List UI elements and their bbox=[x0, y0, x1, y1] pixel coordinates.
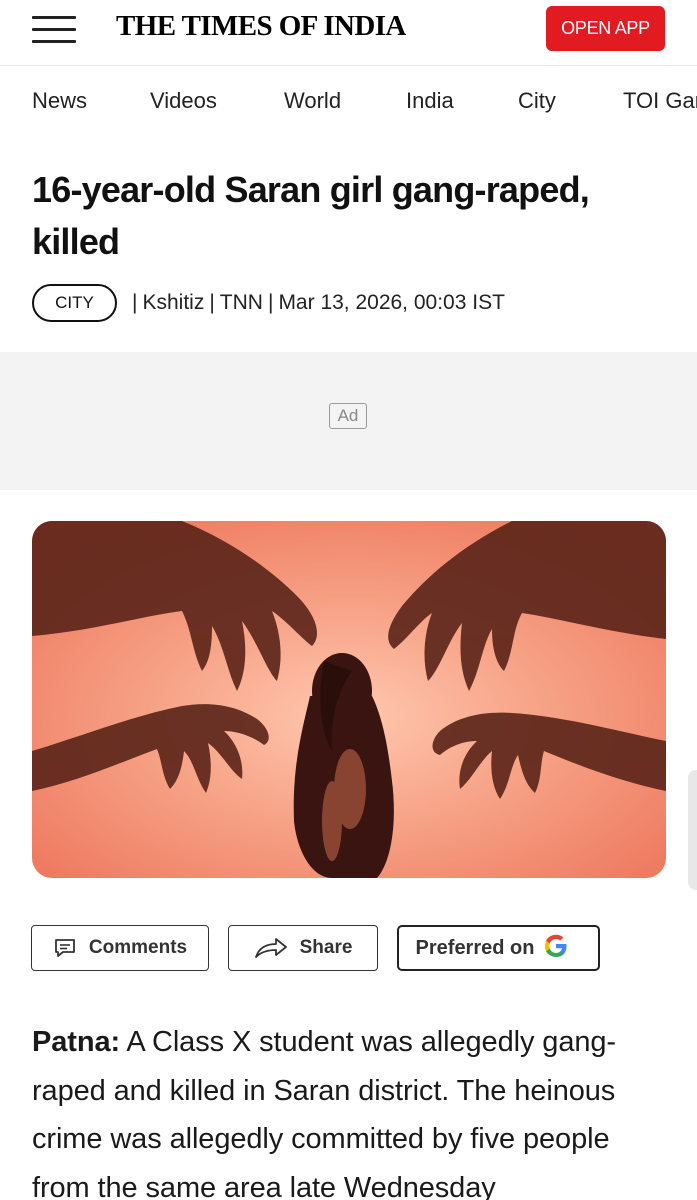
comments-button[interactable]: Comments bbox=[31, 925, 209, 971]
share-arrow-icon bbox=[254, 938, 287, 958]
open-app-button[interactable]: OPEN APP bbox=[546, 6, 665, 51]
google-g-icon bbox=[543, 933, 581, 964]
dateline: Patna: bbox=[32, 1026, 121, 1058]
nav-item-india[interactable]: India bbox=[406, 88, 454, 114]
byline-separator: | bbox=[209, 291, 215, 314]
preferred-label: Preferred on bbox=[415, 936, 535, 959]
hero-image[interactable] bbox=[32, 521, 666, 878]
nav-item-city[interactable]: City bbox=[518, 88, 556, 114]
publish-datetime: Mar 13, 2026, 00:03 IST bbox=[278, 291, 505, 314]
source-name: TNN bbox=[219, 291, 263, 314]
byline-separator: | bbox=[132, 291, 138, 314]
nav-item-toi-games[interactable]: TOI Games bbox=[623, 88, 697, 114]
lead-text: A Class X student was allegedly gang-rap… bbox=[32, 1026, 616, 1200]
article-title: 16-year-old Saran girl gang-raped, kille… bbox=[32, 169, 590, 262]
share-label: Share bbox=[299, 937, 353, 958]
preferred-on-google-button[interactable]: Preferred on bbox=[397, 925, 600, 971]
article-byline: CITY | Kshitiz | TNN | Mar 13, 2026, 00:… bbox=[32, 284, 505, 322]
nav-item-news[interactable]: News bbox=[32, 88, 87, 114]
nav-item-world[interactable]: World bbox=[284, 88, 341, 114]
comments-label: Comments bbox=[88, 937, 188, 958]
section-nav: News Videos World India City TOI Games bbox=[0, 67, 697, 137]
article-lead-paragraph: Patna: A Class X student was allegedly g… bbox=[32, 1018, 672, 1200]
comment-icon bbox=[55, 939, 75, 957]
nav-item-videos[interactable]: Videos bbox=[150, 88, 217, 114]
top-header: THE TIMES OF INDIA OPEN APP bbox=[0, 0, 697, 66]
ad-slot[interactable]: Ad bbox=[0, 352, 697, 490]
ad-label: Ad bbox=[329, 403, 367, 429]
hero-illustration bbox=[32, 521, 666, 878]
category-pill[interactable]: CITY bbox=[32, 284, 117, 322]
side-drawer-handle[interactable] bbox=[688, 770, 697, 890]
byline-separator: | bbox=[267, 291, 274, 314]
hamburger-menu-icon[interactable] bbox=[32, 14, 76, 44]
share-button[interactable]: Share bbox=[228, 925, 378, 971]
author-name[interactable]: Kshitiz bbox=[142, 291, 204, 315]
site-logo[interactable]: THE TIMES OF INDIA bbox=[116, 10, 406, 43]
